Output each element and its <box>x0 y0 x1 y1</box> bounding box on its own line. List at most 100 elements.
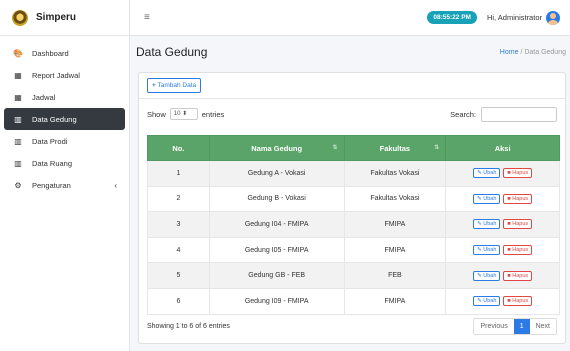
avatar <box>546 10 560 25</box>
cell-nama-gedung: Gedung A - Vokasi <box>208 160 345 187</box>
table-row: 5 Gedung GB - FEB FEB ✎ Ubah ■ Hapus <box>147 262 560 289</box>
entries-select[interactable]: 10 ⬍ <box>169 108 198 120</box>
delete-button[interactable]: ■ Hapus <box>503 296 533 307</box>
column-header-no[interactable]: No. <box>147 135 210 161</box>
cell-aksi: ✎ Ubah ■ Hapus <box>445 211 560 238</box>
edit-button[interactable]: ✎ Ubah <box>473 168 501 179</box>
table-row: 2 Gedung B - Vokasi Fakultas Vokasi ✎ Ub… <box>147 185 560 213</box>
cell-fakultas: FMIPA <box>343 287 447 315</box>
trash-icon: ■ <box>507 195 511 202</box>
cell-aksi: ✎ Ubah ■ Hapus <box>445 287 560 315</box>
page-1-button[interactable]: 1 <box>513 319 530 334</box>
clock-badge: 08:55:22 PM <box>427 11 477 24</box>
sidebar-item-label: Data Ruang <box>32 158 73 168</box>
sidebar-item-label: Jadwal <box>32 92 56 102</box>
building-icon: ▥ <box>14 158 22 168</box>
previous-page-button[interactable]: Previous <box>474 319 514 334</box>
delete-button[interactable]: ■ Hapus <box>503 168 533 179</box>
delete-button[interactable]: ■ Hapus <box>503 193 533 204</box>
sidebar-item-pengaturan[interactable]: ⚙ Pengaturan ‹ <box>4 174 125 196</box>
cell-no: 3 <box>147 211 210 238</box>
edit-icon: ✎ <box>477 247 482 254</box>
edit-button[interactable]: ✎ Ubah <box>473 245 501 256</box>
user-menu[interactable]: Hi, Administrator <box>486 10 560 25</box>
cell-fakultas: FMIPA <box>343 211 447 238</box>
table-info: Showing 1 to 6 of 6 entries <box>147 323 230 330</box>
cell-fakultas: FMIPA <box>343 236 447 264</box>
breadcrumb-current: Data Gedung <box>524 48 566 56</box>
gedung-table: No. Nama Gedung ⇅ Fakultas ⇅ Aksi 1 Gedung… <box>147 135 560 315</box>
card-toolbar: + Tambah Data <box>139 73 565 99</box>
building-icon: ▥ <box>14 114 22 124</box>
cell-aksi: ✎ Ubah ■ Hapus <box>445 160 560 187</box>
cell-no: 4 <box>147 236 210 264</box>
topbar: ≡ 08:55:22 PM Hi, Administrator <box>130 0 570 36</box>
edit-button[interactable]: ✎ Ubah <box>473 296 501 307</box>
chevron-left-icon: ‹ <box>114 180 117 190</box>
cell-aksi: ✎ Ubah ■ Hapus <box>445 185 560 213</box>
cogs-icon: ⚙ <box>14 180 22 190</box>
column-header-fakultas[interactable]: Fakultas ⇅ <box>343 135 447 161</box>
show-label: Show <box>147 109 166 119</box>
edit-icon: ✎ <box>477 272 482 279</box>
plus-icon: + <box>152 82 156 89</box>
cell-fakultas: Fakultas Vokasi <box>343 185 447 213</box>
trash-icon: ■ <box>507 221 511 228</box>
sidebar-item-label: Pengaturan <box>32 180 71 190</box>
sidebar-item-label: Dashboard <box>32 48 69 58</box>
entries-value: 10 <box>173 111 181 117</box>
sidebar-item-data-ruang[interactable]: ▥ Data Ruang <box>4 152 125 174</box>
table-controls: Show 10 ⬍ entries Search: <box>139 99 565 129</box>
cell-nama-gedung: Gedung I05 - FMIPA <box>208 236 345 264</box>
edit-icon: ✎ <box>477 170 482 177</box>
trash-icon: ■ <box>507 170 511 177</box>
cell-nama-gedung: Gedung I09 - FMIPA <box>208 287 345 315</box>
edit-button[interactable]: ✎ Ubah <box>473 193 501 204</box>
entries-label: entries <box>201 109 225 119</box>
table-row: 4 Gedung I05 - FMIPA FMIPA ✎ Ubah ■ Hapus <box>147 236 560 264</box>
table-row: 3 Gedung I04 - FMIPA FMIPA ✎ Ubah ■ Hapus <box>147 211 560 238</box>
sidebar-item-dashboard[interactable]: 🎨 Dashboard <box>4 42 125 64</box>
delete-button[interactable]: ■ Hapus <box>503 219 533 230</box>
column-header-nama-gedung[interactable]: Nama Gedung ⇅ <box>208 135 345 161</box>
data-card: + Tambah Data Show 10 ⬍ entries Search: … <box>138 72 566 344</box>
sort-icon: ⇅ <box>434 145 440 151</box>
sidebar: Simperu 🎨 Dashboard ▦ Report Jadwal ▦ Ja… <box>0 0 130 351</box>
next-page-button[interactable]: Next <box>529 319 556 334</box>
calendar-icon: ▦ <box>14 70 22 80</box>
trash-icon: ■ <box>507 272 511 279</box>
search-group: Search: <box>450 106 557 122</box>
delete-button[interactable]: ■ Hapus <box>503 245 533 256</box>
cell-nama-gedung: Gedung I04 - FMIPA <box>208 211 345 238</box>
breadcrumb-home-link[interactable]: Home <box>500 49 519 56</box>
table-row: 6 Gedung I09 - FMIPA FMIPA ✎ Ubah ■ Hapus <box>147 287 560 315</box>
sidebar-item-jadwal[interactable]: ▦ Jadwal <box>4 86 125 108</box>
sidebar-item-label: Data Prodi <box>32 136 68 146</box>
select-arrows-icon: ⬍ <box>182 111 188 117</box>
pagination: Previous 1 Next <box>473 318 557 335</box>
menu-toggle-icon[interactable]: ≡ <box>144 12 150 23</box>
user-greeting: Hi, Administrator <box>486 13 542 22</box>
breadcrumb-separator: / <box>520 48 523 56</box>
content-header: Data Gedung Home / Data Gedung <box>136 40 566 64</box>
cell-fakultas: Fakultas Vokasi <box>343 160 447 187</box>
search-input[interactable] <box>481 106 557 122</box>
delete-button[interactable]: ■ Hapus <box>503 270 533 281</box>
edit-button[interactable]: ✎ Ubah <box>473 270 501 281</box>
sidebar-item-data-prodi[interactable]: ▥ Data Prodi <box>4 130 125 152</box>
table-header-row: No. Nama Gedung ⇅ Fakultas ⇅ Aksi <box>147 135 560 161</box>
sidebar-item-label: Data Gedung <box>32 114 77 124</box>
brand-name: Simperu <box>36 12 77 23</box>
column-header-aksi: Aksi <box>445 135 560 161</box>
sidebar-item-data-gedung[interactable]: ▥ Data Gedung <box>4 108 125 130</box>
sidebar-item-report-jadwal[interactable]: ▦ Report Jadwal <box>4 64 125 86</box>
sidebar-nav: 🎨 Dashboard ▦ Report Jadwal ▦ Jadwal ▥ D… <box>0 36 129 196</box>
edit-button[interactable]: ✎ Ubah <box>473 219 501 230</box>
cell-aksi: ✎ Ubah ■ Hapus <box>445 262 560 289</box>
calendar-icon: ▦ <box>14 92 22 102</box>
brand[interactable]: Simperu <box>0 0 129 36</box>
cell-no: 1 <box>147 160 210 187</box>
cell-no: 5 <box>147 262 210 289</box>
add-data-button[interactable]: + Tambah Data <box>147 78 202 93</box>
logo-icon <box>12 9 28 26</box>
